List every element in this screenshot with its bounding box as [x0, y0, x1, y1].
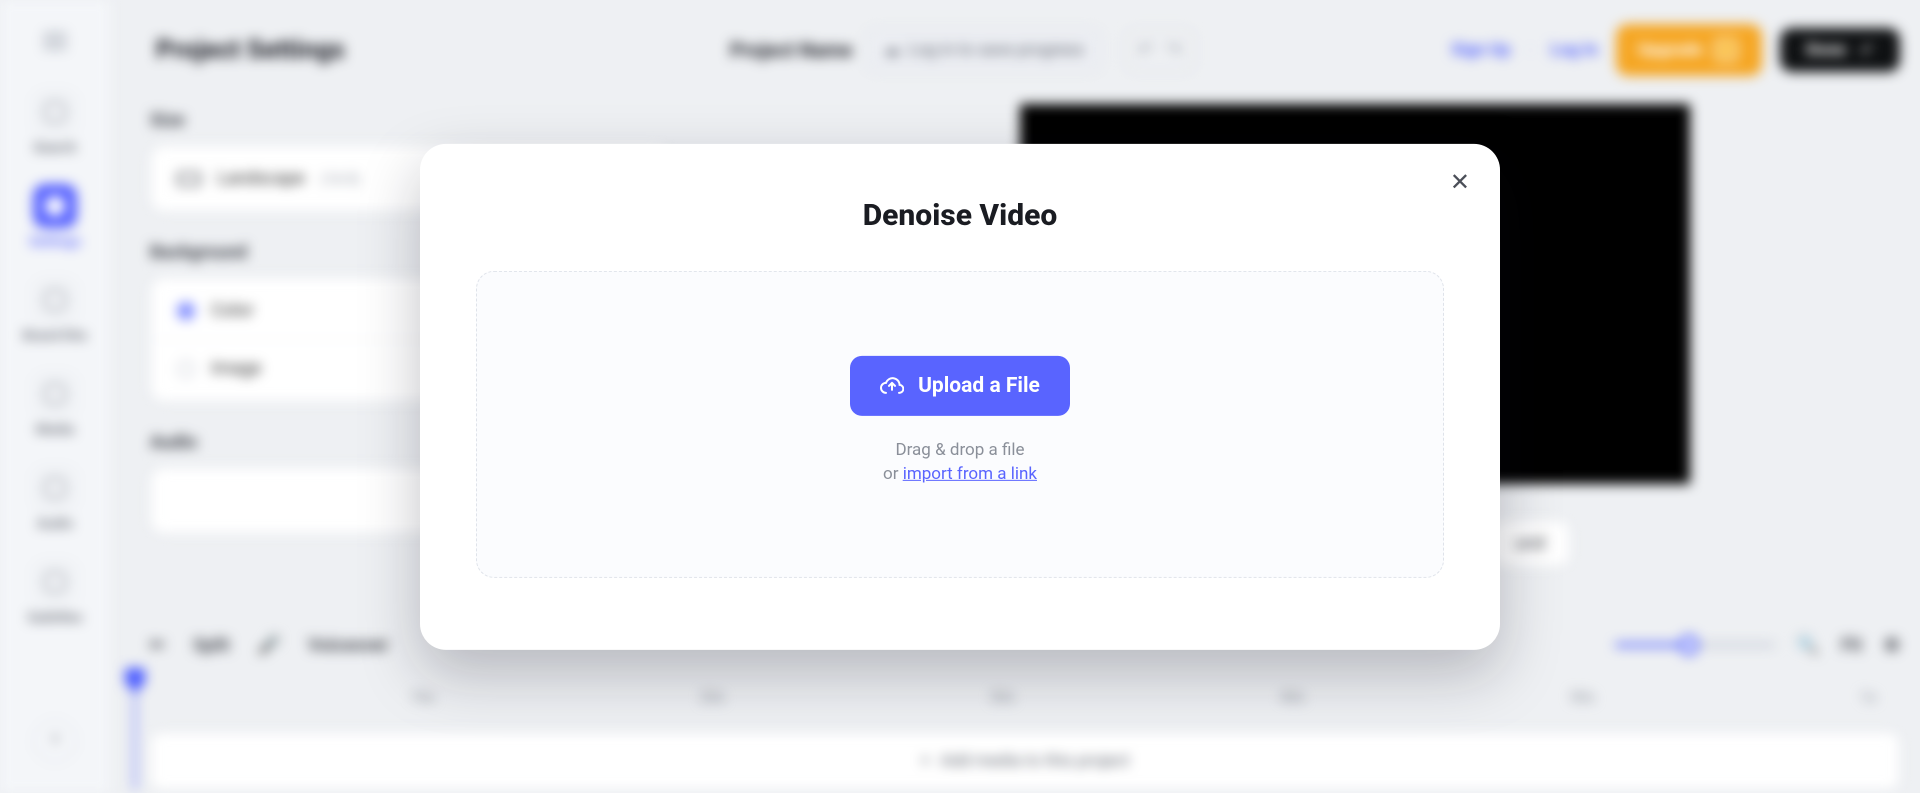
sidebar: Search Settings Brand Kits Media Audio S…	[0, 0, 110, 793]
size-section-label: Size	[150, 110, 670, 131]
scissors-icon: ✂	[150, 635, 165, 656]
mic-icon: 🎤	[258, 635, 280, 656]
check-icon: ✓	[1860, 40, 1874, 60]
sidebar-item-label: Media	[36, 422, 75, 438]
save-progress-text: Log in to save progress	[908, 40, 1083, 60]
add-media-strip[interactable]: + Add media to this project	[150, 732, 1900, 790]
timeline-settings-icon[interactable]: ⚙	[1884, 635, 1900, 656]
login-link[interactable]: Log In	[1551, 40, 1598, 60]
ruler-tick: 10s	[410, 688, 435, 706]
close-icon: ✕	[1450, 167, 1470, 195]
brand-kits-icon	[33, 278, 77, 322]
sidebar-item-label: Brand Kits	[23, 328, 88, 344]
timeline-playhead[interactable]	[134, 680, 136, 790]
help-icon: ?	[33, 719, 77, 763]
project-name-label[interactable]: Project Name	[730, 38, 852, 62]
bolt-icon: ⚡	[1712, 36, 1740, 64]
modal-title: Denoise Video	[476, 197, 1444, 232]
upload-icon	[880, 373, 904, 397]
audio-icon	[33, 466, 77, 510]
import-from-link[interactable]: import from a link	[903, 464, 1037, 484]
sidebar-item-audio[interactable]: Audio	[33, 466, 77, 532]
split-button[interactable]: Split	[193, 635, 230, 656]
done-button[interactable]: Done ✓	[1780, 28, 1900, 72]
undo-redo-group[interactable]: ↶ ↷	[1125, 29, 1195, 72]
zoom-slider-fill	[1615, 643, 1685, 647]
upgrade-label: Upgrade	[1638, 40, 1703, 60]
sidebar-item-label: Search	[33, 140, 76, 156]
cloud-icon: ☁	[883, 40, 900, 60]
separator: ·	[1528, 41, 1532, 60]
ruler-tick: 30s	[990, 688, 1015, 706]
timeline-ruler[interactable]: 10s 20s 30s 40s 50s 1s	[130, 688, 1920, 718]
sidebar-item-label: Audio	[37, 516, 73, 532]
bg-image-label: Image	[211, 358, 261, 379]
redo-icon[interactable]: ↷	[1167, 40, 1182, 61]
upload-file-button[interactable]: Upload a File	[850, 355, 1070, 415]
ruler-tick: 40s	[1280, 688, 1305, 706]
sidebar-item-settings[interactable]: Settings	[29, 184, 81, 250]
upgrade-button[interactable]: Upgrade ⚡	[1616, 24, 1763, 76]
sidebar-item-subtitles[interactable]: Subtitles	[27, 560, 82, 626]
save-progress-button[interactable]: ☁ Log in to save progress	[866, 29, 1100, 71]
bg-color-label: Color	[211, 300, 254, 321]
signup-link[interactable]: Sign Up	[1451, 40, 1510, 60]
landscape-icon	[177, 172, 201, 186]
sidebar-item-search[interactable]: Search	[33, 90, 77, 156]
header: Project Settings Project Name ☁ Log in t…	[110, 20, 1900, 80]
orientation-label: Landscape	[217, 168, 305, 189]
dragdrop-text: Drag & drop a file	[883, 437, 1037, 462]
radio-unchecked-icon	[177, 360, 195, 378]
search-icon	[33, 90, 77, 134]
sidebar-item-media[interactable]: Media	[33, 372, 77, 438]
plus-icon: +	[921, 751, 931, 771]
close-button[interactable]: ✕	[1450, 169, 1470, 193]
page-title: Project Settings	[156, 35, 345, 65]
upload-dropzone[interactable]: Upload a File Drag & drop a file or impo…	[476, 270, 1444, 577]
zoom-icon[interactable]: 🔍	[1797, 635, 1819, 656]
add-media-label: Add media to this project	[940, 751, 1129, 771]
denoise-video-modal: ✕ Denoise Video Upload a File Drag & dro…	[420, 143, 1500, 649]
done-label: Done	[1806, 40, 1845, 60]
undo-icon[interactable]: ↶	[1138, 40, 1153, 61]
voiceover-button[interactable]: Voiceover	[308, 635, 388, 656]
upload-button-label: Upload a File	[918, 373, 1040, 397]
media-icon	[33, 372, 77, 416]
ruler-tick: 50s	[1570, 688, 1595, 706]
sidebar-item-help[interactable]: ?	[33, 719, 77, 763]
settings-icon	[33, 184, 77, 228]
orientation-ratio: (16:9)	[321, 170, 360, 188]
menu-icon[interactable]	[43, 40, 67, 42]
zoom-slider[interactable]	[1615, 643, 1775, 647]
or-text: or	[883, 464, 903, 484]
subtitles-icon	[33, 560, 77, 604]
radio-checked-icon	[177, 302, 195, 320]
dropzone-subtext: Drag & drop a file or import from a link	[883, 437, 1037, 486]
sidebar-item-brand-kits[interactable]: Brand Kits	[23, 278, 88, 344]
sidebar-item-label: Subtitles	[27, 610, 82, 626]
background-chip[interactable]: und	[1490, 520, 1570, 567]
zoom-slider-knob[interactable]	[1679, 635, 1699, 655]
sidebar-item-label: Settings	[29, 234, 81, 250]
ruler-tick: 20s	[700, 688, 725, 706]
fit-button[interactable]: Fit	[1841, 635, 1862, 656]
ruler-tick: 1s	[1860, 688, 1876, 706]
